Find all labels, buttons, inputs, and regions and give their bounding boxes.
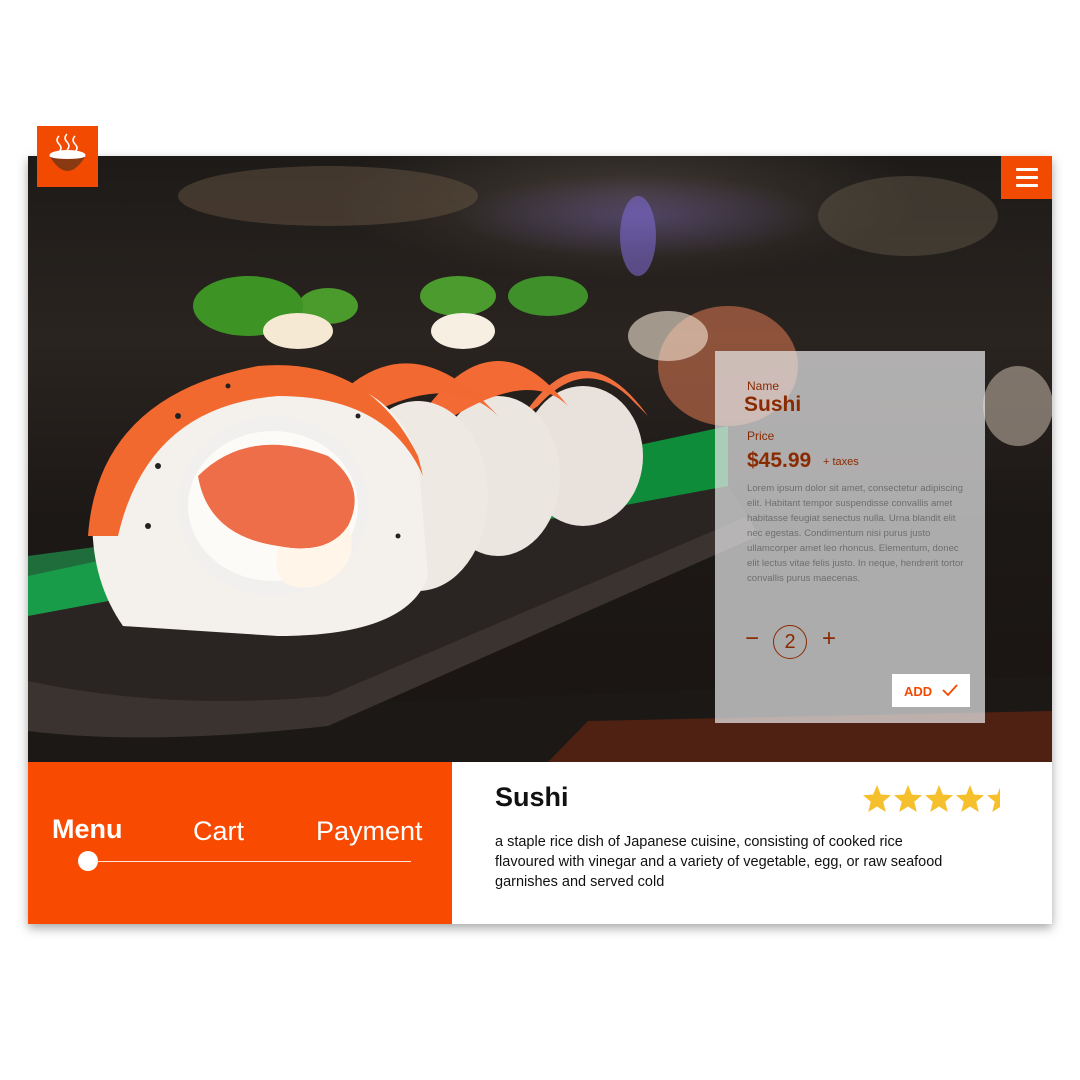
nav-step-cart[interactable]: Cart (193, 816, 244, 847)
product-name: Sushi (744, 393, 802, 416)
item-info: Sushi a staple rice dish of Japanese cui… (452, 762, 1052, 924)
food-card: Name Sushi Price $45.99 + taxes Lorem ip… (28, 156, 1052, 924)
name-label: Name (747, 379, 780, 393)
order-steps-nav: Menu Cart Payment (28, 762, 452, 924)
hero-image: Name Sushi Price $45.99 + taxes Lorem ip… (28, 156, 1052, 762)
hamburger-line (1016, 176, 1038, 179)
increment-button[interactable]: + (822, 627, 836, 651)
quantity-value[interactable]: 2 (773, 625, 807, 659)
nav-step-payment[interactable]: Payment (316, 816, 423, 847)
star-icon (863, 785, 891, 812)
checkmark-icon (942, 684, 958, 696)
nav-step-menu[interactable]: Menu (52, 814, 123, 845)
product-description: Lorem ipsum dolor sit amet, consectetur … (747, 483, 964, 584)
rating-stars (863, 785, 1000, 812)
steaming-bowl-icon (49, 133, 86, 171)
decrement-button[interactable]: − (745, 627, 759, 651)
progress-slider-handle[interactable] (78, 851, 98, 871)
page: Name Sushi Price $45.99 + taxes Lorem ip… (0, 0, 1080, 1080)
hamburger-menu-button[interactable] (1001, 156, 1052, 199)
product-detail-panel: Name Sushi Price $45.99 + taxes Lorem ip… (715, 351, 985, 723)
item-title: Sushi (495, 782, 569, 812)
hamburger-line (1016, 184, 1038, 187)
star-icon (956, 785, 984, 812)
star-icon (894, 785, 922, 812)
add-button[interactable]: ADD (892, 674, 970, 707)
item-description: a staple rice dish of Japanese cuisine, … (495, 834, 943, 890)
star-icon (925, 785, 953, 812)
price-label: Price (747, 429, 775, 443)
half-star-icon (987, 785, 1000, 812)
logo[interactable] (37, 126, 98, 187)
hamburger-menu-icon (1016, 168, 1038, 171)
add-button-label: ADD (904, 684, 933, 699)
tax-note: + taxes (823, 456, 859, 468)
progress-track (88, 861, 411, 862)
product-price: $45.99 (747, 449, 812, 472)
